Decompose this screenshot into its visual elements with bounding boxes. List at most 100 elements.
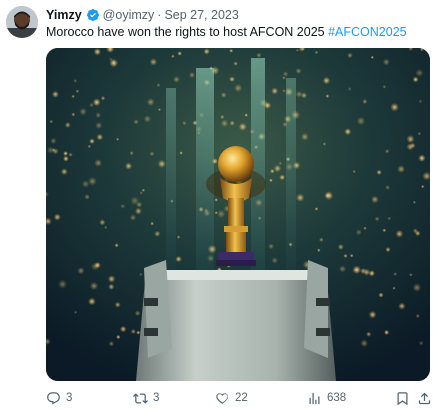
reply-icon — [47, 391, 60, 405]
bookmark-icon — [397, 391, 408, 405]
bokeh-light — [296, 193, 305, 202]
bokeh-light — [81, 180, 90, 188]
bokeh-light — [282, 71, 289, 77]
verified-badge-icon — [86, 8, 100, 22]
bokeh-light — [176, 235, 181, 239]
bokeh-light — [238, 122, 247, 131]
bokeh-light — [376, 169, 382, 175]
bokeh-light — [68, 152, 73, 157]
bokeh-light — [134, 207, 142, 215]
tweet-date[interactable]: Sep 27, 2023 — [164, 8, 238, 22]
bokeh-light — [234, 83, 243, 93]
bokeh-light — [71, 94, 75, 99]
bokeh-light — [84, 194, 90, 200]
bokeh-light — [149, 151, 155, 157]
bokeh-light — [214, 198, 218, 202]
bokeh-light — [409, 273, 413, 277]
bokeh-light — [129, 214, 137, 221]
bokeh-light — [415, 313, 420, 319]
bokeh-light — [282, 89, 286, 93]
bokeh-light — [114, 243, 119, 248]
bokeh-light — [362, 99, 368, 104]
bokeh-light — [51, 148, 56, 152]
bokeh-light — [172, 75, 181, 83]
reply-button[interactable]: 3 — [46, 387, 72, 409]
tweet-media-image[interactable] — [46, 48, 430, 381]
bokeh-light — [136, 330, 141, 335]
bokeh-light — [338, 265, 347, 273]
bokeh-light — [89, 138, 95, 144]
bokeh-light — [347, 87, 352, 91]
bokeh-light — [220, 92, 227, 98]
bokeh-light — [220, 114, 225, 120]
bookmark-button[interactable] — [395, 387, 410, 409]
bokeh-light — [103, 225, 108, 230]
hashtag-link[interactable]: #AFCON2025 — [328, 25, 407, 39]
views-icon — [309, 392, 320, 404]
bokeh-light — [154, 230, 161, 237]
bokeh-light — [175, 255, 182, 263]
bokeh-light — [60, 168, 68, 176]
bokeh-light — [95, 112, 102, 119]
bokeh-light — [77, 267, 85, 275]
bokeh-light — [88, 297, 96, 306]
bokeh-light — [120, 203, 126, 209]
bokeh-light — [295, 48, 299, 52]
bokeh-light — [64, 122, 71, 128]
bokeh-light — [393, 272, 397, 276]
bokeh-light — [295, 68, 302, 74]
bokeh-light — [325, 94, 330, 98]
like-button[interactable]: 22 — [215, 387, 248, 409]
bokeh-light — [314, 50, 319, 55]
bokeh-light — [87, 144, 92, 149]
bokeh-light — [139, 272, 143, 277]
share-button[interactable] — [417, 387, 432, 409]
bokeh-light — [387, 216, 392, 221]
bokeh-light — [384, 329, 390, 335]
bokeh-light — [360, 339, 369, 348]
bokeh-light — [314, 207, 319, 211]
bokeh-light — [347, 52, 353, 59]
views-count: 638 — [327, 392, 347, 404]
avatar[interactable] — [6, 6, 38, 38]
bokeh-light — [352, 265, 362, 275]
bokeh-light — [229, 120, 235, 126]
bokeh-light — [134, 310, 141, 317]
bokeh-light — [271, 87, 279, 95]
bokeh-light — [415, 68, 424, 77]
retweet-button[interactable]: 3 — [133, 387, 159, 409]
bokeh-light — [412, 283, 422, 292]
bokeh-light — [385, 247, 391, 253]
bokeh-light — [295, 90, 303, 98]
bokeh-light — [157, 159, 166, 169]
reply-count: 3 — [66, 392, 73, 404]
bokeh-light — [141, 188, 146, 192]
views-button[interactable]: 638 — [307, 387, 346, 409]
retweet-count: 3 — [153, 392, 160, 404]
bokeh-light — [158, 108, 161, 112]
tweet-text: Morocco have won the rights to host AFCO… — [46, 25, 407, 39]
bokeh-light — [51, 90, 59, 98]
author-name[interactable]: Yimzy — [46, 8, 82, 22]
bokeh-light — [95, 121, 103, 130]
bokeh-light — [125, 162, 133, 170]
bokeh-light — [229, 48, 234, 53]
bokeh-light — [319, 237, 324, 243]
heart-icon — [216, 392, 229, 404]
bokeh-light — [374, 216, 380, 222]
bokeh-light — [256, 52, 262, 58]
bokeh-light — [418, 99, 423, 104]
bokeh-light — [343, 253, 348, 258]
like-count: 22 — [235, 392, 248, 404]
bokeh-light — [149, 58, 158, 66]
bokeh-light — [398, 302, 406, 310]
bokeh-light — [382, 228, 387, 233]
bokeh-light — [412, 76, 419, 83]
bokeh-light — [282, 76, 286, 80]
author-handle[interactable]: @oyimzy — [103, 8, 155, 22]
bokeh-light — [63, 151, 69, 156]
bokeh-light — [229, 76, 235, 83]
bokeh-light — [220, 119, 229, 128]
tweet-card[interactable]: Yimzy @oyimzy · Sep 27, 2023 Morocco hav… — [0, 0, 436, 414]
bokeh-light — [370, 55, 374, 59]
